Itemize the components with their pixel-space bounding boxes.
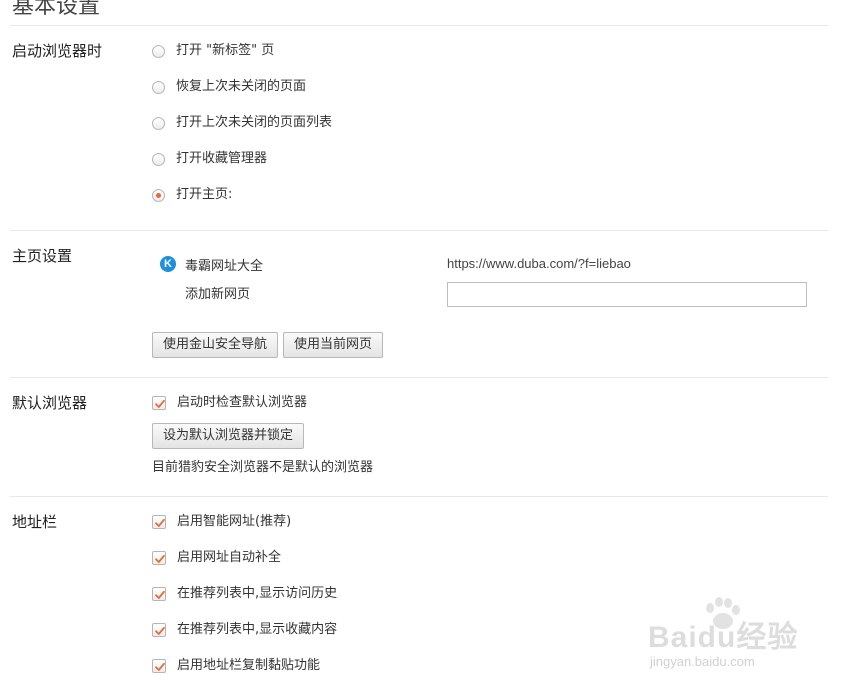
option-label: 恢复上次未关闭的页面 [176, 79, 307, 94]
add-page-label: 添加新网页 [185, 287, 251, 302]
set-default-browser-button[interactable]: 设为默认浏览器并锁定 [152, 423, 305, 449]
checkmark-icon [155, 590, 165, 599]
check-default-on-start-option[interactable]: 启动时检查默认浏览器 [152, 394, 307, 412]
option-label: 启用网址自动补全 [177, 550, 282, 565]
option-label: 打开上次未关闭的页面列表 [176, 115, 333, 130]
divider [10, 496, 828, 497]
radio-button[interactable] [152, 152, 165, 166]
divider [10, 25, 828, 26]
startup-option-bookmark-manager[interactable]: 打开收藏管理器 [152, 150, 267, 168]
startup-option-restore-session[interactable]: 恢复上次未关闭的页面 [152, 78, 306, 96]
page-title: 基本设置 [12, 0, 101, 19]
checkbox-checked[interactable] [152, 396, 166, 410]
watermark-domain: jingyan.baidu.com [650, 654, 755, 669]
radio-button[interactable] [152, 116, 165, 130]
checkbox-checked[interactable] [152, 623, 166, 637]
radio-button-selected[interactable] [152, 188, 165, 202]
checkbox-checked[interactable] [152, 587, 166, 601]
option-label: 在推荐列表中,显示收藏内容 [177, 622, 338, 637]
checkbox-checked[interactable] [152, 515, 166, 529]
address-option-show-bookmarks[interactable]: 在推荐列表中,显示收藏内容 [152, 621, 337, 639]
checkmark-icon [155, 554, 165, 563]
checkmark-icon [155, 662, 165, 671]
address-option-copy-paste[interactable]: 启用地址栏复制黏贴功能 [152, 657, 320, 675]
option-label: 启动时检查默认浏览器 [177, 395, 308, 410]
checkbox-checked[interactable] [152, 551, 166, 565]
section-title-startup: 启动浏览器时 [12, 42, 103, 60]
homepage-site-name: 毒霸网址大全 [185, 258, 264, 274]
homepage-site-url: https://www.duba.com/?f=liebao [447, 256, 631, 271]
divider [10, 377, 828, 378]
radio-button[interactable] [152, 80, 165, 94]
radio-button[interactable] [152, 44, 165, 58]
checkbox-checked[interactable] [152, 659, 166, 673]
baidu-jingyan-watermark: Baidu经验 jingyan.baidu.com [640, 596, 840, 686]
k-logo-icon: K [160, 256, 176, 272]
option-label: 启用智能网址(推荐) [177, 514, 292, 529]
use-kingsoft-nav-button[interactable]: 使用金山安全导航 [152, 332, 279, 358]
checkmark-icon [155, 399, 165, 408]
section-title-default-browser: 默认浏览器 [12, 394, 88, 412]
section-title-homepage: 主页设置 [12, 247, 73, 265]
use-current-page-button[interactable]: 使用当前网页 [283, 332, 384, 358]
option-label: 在推荐列表中,显示访问历史 [177, 586, 338, 601]
startup-option-session-list[interactable]: 打开上次未关闭的页面列表 [152, 114, 332, 132]
default-browser-status: 目前猎豹安全浏览器不是默认的浏览器 [152, 460, 374, 475]
option-label: 打开收藏管理器 [176, 151, 268, 166]
address-option-autocomplete[interactable]: 启用网址自动补全 [152, 549, 281, 567]
paw-icon [706, 597, 740, 629]
checkmark-icon [155, 626, 165, 635]
homepage-entry[interactable]: K 毒霸网址大全 [160, 255, 264, 274]
address-option-show-history[interactable]: 在推荐列表中,显示访问历史 [152, 585, 337, 603]
watermark-brand: Baidu经验 [648, 621, 799, 654]
startup-option-new-tab[interactable]: 打开 "新标签" 页 [152, 42, 274, 60]
option-label: 打开 "新标签" 页 [176, 43, 275, 58]
divider [10, 230, 828, 231]
option-label: 打开主页: [176, 187, 233, 202]
add-page-url-input[interactable] [447, 282, 807, 307]
checkmark-icon [155, 518, 165, 527]
startup-option-homepage[interactable]: 打开主页: [152, 186, 232, 204]
section-title-address-bar: 地址栏 [12, 513, 58, 531]
address-option-smart-url[interactable]: 启用智能网址(推荐) [152, 513, 291, 531]
option-label: 启用地址栏复制黏贴功能 [177, 658, 321, 673]
